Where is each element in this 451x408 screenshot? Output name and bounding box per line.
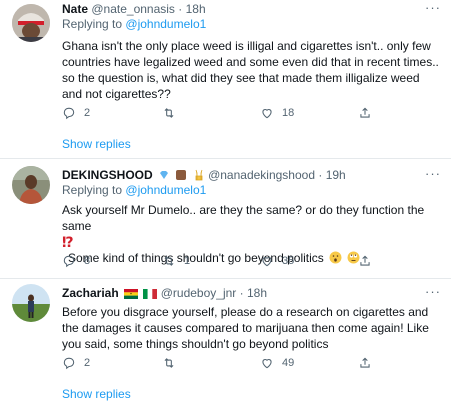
separator: · [318, 168, 323, 182]
user-handle[interactable]: @nate_onnasis [91, 2, 175, 16]
interrobang-icon: ⁉ [62, 234, 74, 250]
reply-button[interactable]: 2 [62, 356, 90, 370]
reply-count: 2 [84, 357, 91, 369]
show-replies-link[interactable]: Show replies [62, 387, 131, 401]
share-button[interactable] [358, 356, 372, 370]
divider [0, 158, 451, 159]
ghana-flag-icon [124, 289, 139, 299]
tweet-nate[interactable]: Nate @nate_onnasis · 18h ··· Replying to… [0, 0, 451, 151]
tweet-text: Ghana isn't the only place weed is illig… [62, 39, 439, 101]
share-icon [360, 107, 370, 118]
more-icon[interactable]: ··· [425, 166, 441, 181]
like-count: 18 [282, 107, 295, 119]
tweet-header: DEKINGSHOOD @nanadekingshood · 19h [62, 168, 346, 182]
reply-count: 8 [84, 255, 91, 267]
more-icon[interactable]: ··· [425, 284, 441, 299]
tweet-header: Nate @nate_onnasis · 18h [62, 2, 206, 16]
show-replies-link[interactable]: Show replies [62, 137, 131, 151]
avatar[interactable] [12, 166, 50, 204]
like-button[interactable]: 35 [260, 254, 294, 268]
like-icon [262, 109, 272, 119]
action-bar: 2 18 [62, 106, 402, 122]
replying-to: Replying to @johndumelo1 [62, 183, 206, 197]
retweet-button[interactable] [162, 356, 184, 370]
retweet-icon [164, 358, 174, 368]
divider [0, 278, 451, 279]
face-icon [176, 170, 187, 180]
share-button[interactable] [358, 106, 372, 120]
like-count: 49 [282, 357, 295, 369]
retweet-button[interactable] [162, 106, 184, 120]
share-icon [360, 357, 370, 368]
reply-count: 2 [84, 107, 91, 119]
like-button[interactable]: 49 [260, 356, 294, 370]
user-name[interactable]: Nate [62, 2, 88, 16]
retweet-button[interactable]: 1 [162, 254, 190, 268]
gem-icon [160, 171, 169, 179]
avatar[interactable] [12, 4, 50, 42]
tweet-dekingshood[interactable]: DEKINGSHOOD @nanadekingshood · 19h ··· R… [0, 160, 451, 278]
timestamp[interactable]: 18h [247, 286, 267, 300]
reply-button[interactable]: 2 [62, 106, 90, 120]
retweet-icon [164, 256, 174, 266]
replying-handle[interactable]: @johndumelo1 [125, 183, 206, 197]
replying-label: Replying to [62, 183, 123, 197]
tweet-header: Zachariah @rudeboy_jnr · 18h [62, 286, 267, 300]
separator: · [178, 2, 183, 16]
retweet-count: 1 [184, 255, 191, 267]
share-button[interactable] [358, 254, 372, 268]
more-icon[interactable]: ··· [425, 0, 441, 15]
user-handle[interactable]: @nanadekingshood [208, 168, 315, 182]
replying-label: Replying to [62, 17, 123, 31]
user-handle[interactable]: @rudeboy_jnr [161, 286, 237, 300]
user-name[interactable]: DEKINGSHOOD [62, 168, 153, 182]
reply-icon [63, 357, 75, 370]
retweet-icon [164, 108, 174, 118]
victory-hand-icon [195, 169, 203, 181]
replying-handle[interactable]: @johndumelo1 [125, 17, 206, 31]
reply-button[interactable]: 8 [62, 254, 90, 268]
like-count: 35 [282, 255, 295, 267]
timestamp[interactable]: 19h [326, 168, 346, 182]
replying-to: Replying to @johndumelo1 [62, 17, 206, 31]
avatar[interactable] [12, 284, 50, 322]
action-bar: 2 49 [62, 356, 402, 372]
action-bar: 8 1 35 [62, 254, 402, 270]
tweet-text: Before you disgrace yourself, please do … [62, 305, 429, 351]
like-icon [262, 257, 272, 267]
user-name[interactable]: Zachariah [62, 286, 119, 300]
timestamp[interactable]: 18h [186, 2, 206, 16]
like-icon [262, 359, 272, 369]
reply-icon [63, 107, 75, 120]
italy-flag-icon [143, 289, 158, 299]
separator: · [239, 286, 244, 300]
reply-icon [63, 255, 75, 268]
tweet-text-line: Ask yourself Mr Dumelo.. are they the sa… [62, 203, 425, 233]
like-button[interactable]: 18 [260, 106, 294, 120]
tweet-zachariah[interactable]: Zachariah @rudeboy_jnr · 18h ··· Before … [0, 280, 451, 408]
share-icon [360, 255, 370, 266]
